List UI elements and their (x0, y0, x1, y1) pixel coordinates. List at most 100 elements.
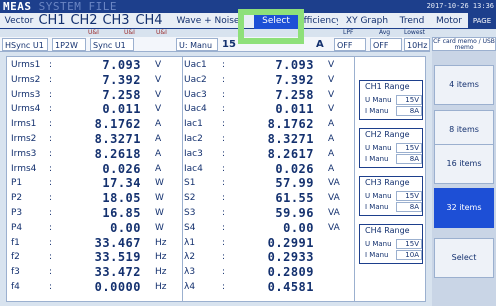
measurement-value: 7.093 (275, 58, 314, 72)
u-range-value: 15V (396, 95, 422, 105)
measurement-unit (328, 267, 348, 278)
colon-separator: : (49, 89, 53, 100)
colon-separator: : (49, 267, 53, 278)
measurement-value: 0.00 (283, 220, 314, 235)
measurement-name: Uac3 (184, 89, 207, 100)
measurement-value: 7.258 (275, 87, 314, 102)
measurement-unit: V (155, 104, 162, 115)
measurement-value: 0.026 (102, 161, 141, 176)
measurement-value: 7.392 (102, 72, 141, 87)
colon-separator: : (49, 208, 53, 218)
measurement-value: 7.392 (275, 72, 314, 87)
channel-range-box[interactable]: CH2 Range U Manu 15V I Manu 8A (359, 128, 423, 168)
u-range-value: 15V (396, 191, 422, 201)
colon-separator: : (49, 74, 53, 85)
i-range-label: I Manu (365, 155, 389, 163)
lowest-field[interactable]: 10Hz (404, 38, 430, 51)
tab-motor[interactable]: Motor (432, 13, 466, 29)
u-range-mode[interactable]: U: Manu (176, 38, 218, 51)
i-range-value: 10A (396, 250, 422, 260)
tab-ch4[interactable]: CH4 (132, 13, 166, 29)
measurement-unit: VA (328, 193, 340, 204)
lpf-field[interactable]: OFF (334, 38, 366, 51)
measurement-unit (328, 282, 348, 293)
measurement-value: 57.99 (275, 176, 314, 191)
measurement-value: 59.96 (275, 206, 314, 220)
meas-mode-label[interactable]: MEAS (3, 0, 32, 13)
channel-range-box[interactable]: CH3 Range U Manu 15V I Manu 8A (359, 176, 423, 216)
i-range-value: 8A (396, 154, 422, 164)
measurement-unit: V (155, 74, 162, 85)
tab-ch1[interactable]: CH1 (36, 13, 68, 29)
colon-separator: : (49, 178, 53, 189)
u-range-label: U Manu (365, 144, 392, 152)
tab-page[interactable]: PAGE (468, 13, 496, 29)
u-range-label: U Manu (365, 96, 392, 104)
channel-range-box[interactable]: CH4 Range U Manu 15V I Manu 10A (359, 224, 423, 264)
measurement-value: 8.3271 (267, 132, 314, 146)
colon-separator: : (49, 148, 53, 159)
measurement-name: P1 (11, 178, 23, 189)
softkey-select[interactable]: Select (434, 238, 494, 278)
measurement-name: Iac1 (184, 119, 203, 130)
measurement-value: 33.472 (94, 265, 141, 280)
measurement-name: Uac4 (184, 104, 207, 115)
measurement-unit: A (155, 119, 162, 130)
softkey-16-items[interactable]: 16 items (434, 144, 494, 184)
measurement-value: 7.093 (102, 58, 141, 72)
colon-separator: : (222, 222, 226, 233)
measurement-unit: W (155, 178, 164, 189)
measurement-name: S3 (184, 208, 196, 218)
measurement-name: Iac2 (184, 134, 203, 144)
colon-separator: : (222, 104, 226, 115)
tab-ch3[interactable]: CH3 (100, 13, 132, 29)
measurement-unit: VA (328, 222, 340, 233)
colon-separator: : (222, 134, 226, 144)
colon-separator: : (222, 60, 226, 70)
measurement-name: λ4 (184, 282, 196, 292)
channel-range-box[interactable]: CH1 Range U Manu 15V I Manu 8A (359, 80, 423, 120)
measurement-name: S4 (184, 222, 196, 233)
sync-field[interactable]: Sync U1 (90, 38, 134, 51)
colon-separator: : (222, 148, 226, 159)
colon-separator: : (49, 60, 53, 70)
measurement-name: Urms2 (11, 74, 41, 85)
measurement-value: 16.85 (102, 206, 141, 220)
mode-indicator[interactable]: MEAS SYSTEM FILE (3, 0, 117, 13)
highlight-callout (238, 9, 304, 44)
avg-field[interactable]: OFF (370, 38, 402, 51)
colon-separator: : (222, 267, 226, 278)
colon-separator: : (222, 208, 226, 218)
colon-separator: : (222, 178, 226, 189)
softkey-32-items[interactable]: 32 items (434, 188, 494, 228)
tab-vector[interactable]: Vector (2, 13, 36, 29)
colon-separator: : (222, 252, 226, 263)
system-file-mode-label[interactable]: SYSTEM FILE (39, 0, 117, 13)
measurement-name: S1 (184, 178, 196, 189)
colon-separator: : (222, 282, 226, 292)
measurement-value: 8.3271 (94, 132, 141, 146)
measurement-value: 0.00 (110, 220, 141, 235)
measurement-name: Iac3 (184, 148, 203, 159)
lpf-label: LPF (343, 29, 354, 36)
measurement-value: 0.2933 (267, 250, 314, 265)
measurement-value: 61.55 (275, 191, 314, 206)
i-range-label: I Manu (365, 107, 389, 115)
measurement-unit: V (155, 60, 162, 70)
tab-efficiency[interactable]: Efficiency (298, 13, 338, 29)
tab-xy-graph[interactable]: XY Graph (340, 13, 394, 29)
softkey-4-items[interactable]: 4 items (434, 65, 494, 105)
hsync-field[interactable]: HSync U1 (2, 38, 48, 51)
range-title: CH4 Range (365, 226, 410, 235)
storage-indicator: CF card memo / USB memo (432, 37, 496, 51)
range-title: CH3 Range (365, 178, 410, 187)
tab-trend[interactable]: Trend (394, 13, 430, 29)
settings-bar: HSync U1 1P2W Sync U1 U: Manu 15 A OFF O… (0, 37, 430, 52)
tab-ch2[interactable]: CH2 (68, 13, 100, 29)
colon-separator: : (222, 89, 226, 100)
measurement-name: Urms1 (11, 60, 41, 70)
measurement-name: Irms1 (11, 119, 37, 130)
measurement-name: Urms4 (11, 104, 41, 115)
wiring-field[interactable]: 1P2W (52, 38, 86, 51)
measurement-value: 8.1762 (94, 117, 141, 132)
